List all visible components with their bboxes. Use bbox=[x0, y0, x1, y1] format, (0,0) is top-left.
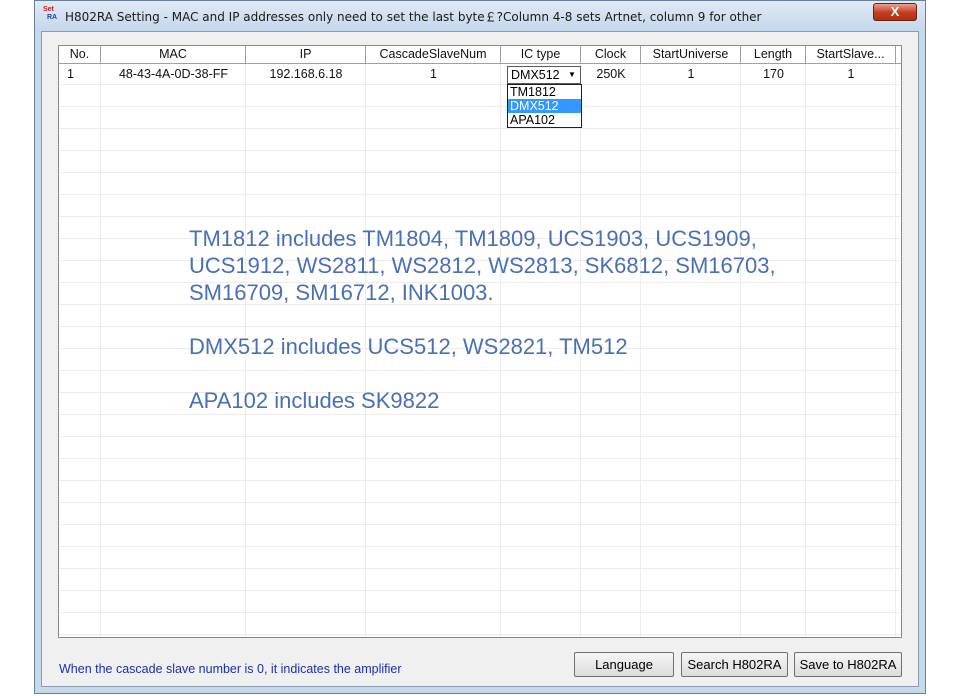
tm1812-note-line-2: UCS1912, WS2811, WS2812, WS2813, SK6812,… bbox=[189, 253, 776, 278]
apa102-note: APA102 includes SK9822 bbox=[189, 388, 440, 413]
ic-type-dropdown-list: TM1812 DMX512 APA102 bbox=[507, 84, 582, 128]
header-ip[interactable]: IP bbox=[246, 46, 366, 63]
cell-cascade[interactable]: 1 bbox=[366, 66, 501, 82]
grid-header-row: No. MAC IP CascadeSlaveNum IC type Clock… bbox=[59, 46, 901, 64]
cell-start-universe[interactable]: 1 bbox=[641, 66, 741, 82]
tm1812-note-line-3: SM16709, SM16712, INK1003. bbox=[189, 280, 494, 305]
title-bar[interactable]: Set RA H802RA Setting - MAC and IP addre… bbox=[35, 1, 925, 31]
grid-column-line bbox=[100, 46, 101, 637]
grid-column-line bbox=[640, 46, 641, 637]
close-icon: X bbox=[890, 4, 900, 19]
language-button[interactable]: Language bbox=[574, 652, 674, 677]
cell-ip[interactable]: 192.168.6.18 bbox=[246, 66, 366, 82]
ic-option-tm1812[interactable]: TM1812 bbox=[508, 85, 581, 99]
app-icon-text-bottom: RA bbox=[47, 14, 58, 21]
grid-column-line bbox=[805, 46, 806, 637]
header-length[interactable]: Length bbox=[741, 46, 806, 63]
cell-clock[interactable]: 250K bbox=[581, 66, 641, 82]
header-cascade-slave-num[interactable]: CascadeSlaveNum bbox=[366, 46, 501, 63]
device-grid[interactable]: No. MAC IP CascadeSlaveNum IC type Clock… bbox=[58, 45, 902, 638]
ic-option-dmx512[interactable]: DMX512 bbox=[508, 99, 581, 113]
save-button[interactable]: Save to H802RA bbox=[794, 652, 902, 677]
tm1812-note-line-1: TM1812 includes TM1804, TM1809, UCS1903,… bbox=[189, 226, 757, 251]
cell-length[interactable]: 170 bbox=[741, 66, 806, 82]
cell-no[interactable]: 1 bbox=[67, 66, 74, 82]
header-clock[interactable]: Clock bbox=[581, 46, 641, 63]
header-start-slave[interactable]: StartSlave... bbox=[806, 46, 896, 63]
dropdown-arrow-icon[interactable]: ▼ bbox=[565, 68, 579, 82]
grid-column-line bbox=[740, 46, 741, 637]
tm1812-note: TM1812 includes TM1804, TM1809, UCS1903,… bbox=[189, 225, 776, 306]
window-title: H802RA Setting - MAC and IP addresses on… bbox=[65, 10, 762, 24]
app-icon-text-top: Set bbox=[43, 6, 54, 13]
header-mac[interactable]: MAC bbox=[101, 46, 246, 63]
client-area: No. MAC IP CascadeSlaveNum IC type Clock… bbox=[41, 31, 919, 687]
search-button[interactable]: Search H802RA bbox=[681, 652, 788, 677]
grid-column-line bbox=[895, 46, 896, 637]
dmx512-note: DMX512 includes UCS512, WS2821, TM512 bbox=[189, 334, 628, 359]
status-text: When the cascade slave number is 0, it i… bbox=[59, 662, 402, 676]
ic-type-combo[interactable]: DMX512 ▼ bbox=[507, 66, 581, 84]
header-start-universe[interactable]: StartUniverse bbox=[641, 46, 741, 63]
cell-start-slave[interactable]: 1 bbox=[806, 66, 896, 82]
header-ic-type[interactable]: IC type bbox=[501, 46, 581, 63]
app-icon: Set RA bbox=[43, 6, 61, 24]
close-button[interactable]: X bbox=[873, 3, 917, 21]
cell-mac[interactable]: 48-43-4A-0D-38-FF bbox=[101, 66, 246, 82]
app-window: Set RA H802RA Setting - MAC and IP addre… bbox=[34, 0, 926, 694]
ic-type-selected: DMX512 bbox=[511, 68, 560, 82]
header-no[interactable]: No. bbox=[59, 46, 101, 63]
ic-option-apa102[interactable]: APA102 bbox=[508, 113, 581, 127]
